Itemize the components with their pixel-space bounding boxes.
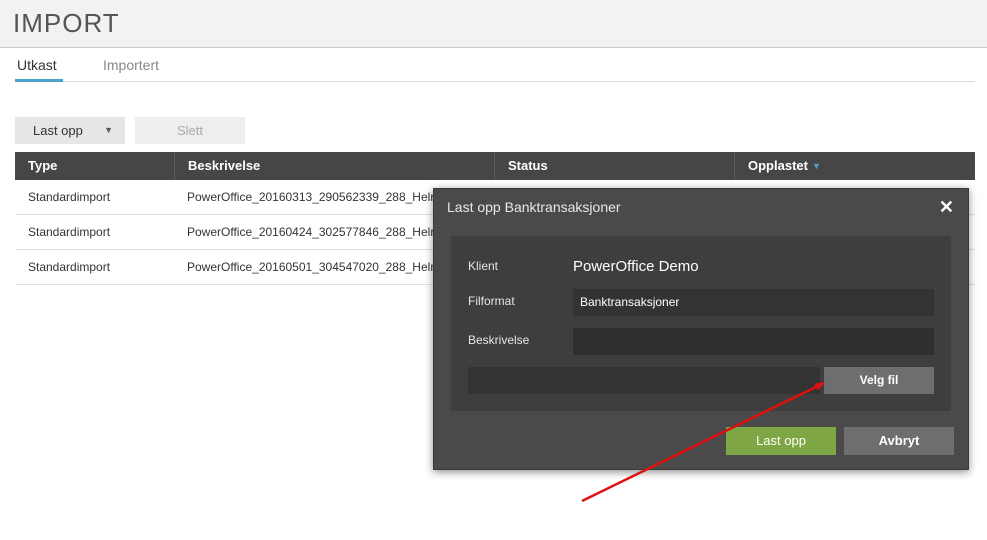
column-header-type[interactable]: Type	[15, 152, 175, 180]
sort-descending-icon: ▼	[811, 161, 821, 171]
cell-type: Standardimport	[28, 190, 111, 204]
column-header-uploaded-label: Opplastet	[748, 158, 808, 173]
page-header: IMPORT	[0, 0, 987, 48]
close-icon[interactable]: ✕	[939, 197, 954, 218]
column-header-status[interactable]: Status	[495, 152, 735, 180]
upload-dialog: Last opp Banktransaksjoner ✕ Klient Powe…	[433, 188, 969, 470]
column-header-uploaded[interactable]: Opplastet ▼	[735, 152, 975, 180]
file-format-select[interactable]: Banktransaksjoner	[573, 289, 934, 316]
column-header-description[interactable]: Beskrivelse	[175, 152, 495, 180]
page-title: IMPORT	[13, 8, 120, 38]
dialog-title: Last opp Banktransaksjoner	[447, 199, 621, 215]
upload-submit-button[interactable]: Last opp	[726, 427, 836, 455]
choose-file-button[interactable]: Velg fil	[824, 367, 934, 394]
tab-bar: Utkast Importert	[15, 56, 975, 82]
upload-dropdown-button[interactable]: Last opp ▼	[15, 117, 125, 144]
tab-importert[interactable]: Importert	[103, 56, 159, 82]
client-label: Klient	[468, 259, 499, 273]
file-format-label: Filformat	[468, 294, 515, 308]
file-path-field[interactable]	[468, 367, 820, 394]
delete-button[interactable]: Slett	[135, 117, 245, 144]
description-label: Beskrivelse	[468, 333, 530, 347]
description-input[interactable]	[573, 328, 934, 355]
cell-type: Standardimport	[28, 225, 111, 239]
tab-utkast[interactable]: Utkast	[15, 56, 63, 82]
client-value: PowerOffice Demo	[573, 258, 699, 275]
upload-button-label: Last opp	[33, 123, 83, 138]
dialog-form: Klient PowerOffice Demo Filformat Banktr…	[451, 236, 951, 411]
table-header: Type Beskrivelse Status Opplastet ▼	[15, 152, 975, 180]
cell-type: Standardimport	[28, 260, 111, 274]
caret-down-icon: ▼	[104, 125, 113, 135]
cancel-button[interactable]: Avbryt	[844, 427, 954, 455]
